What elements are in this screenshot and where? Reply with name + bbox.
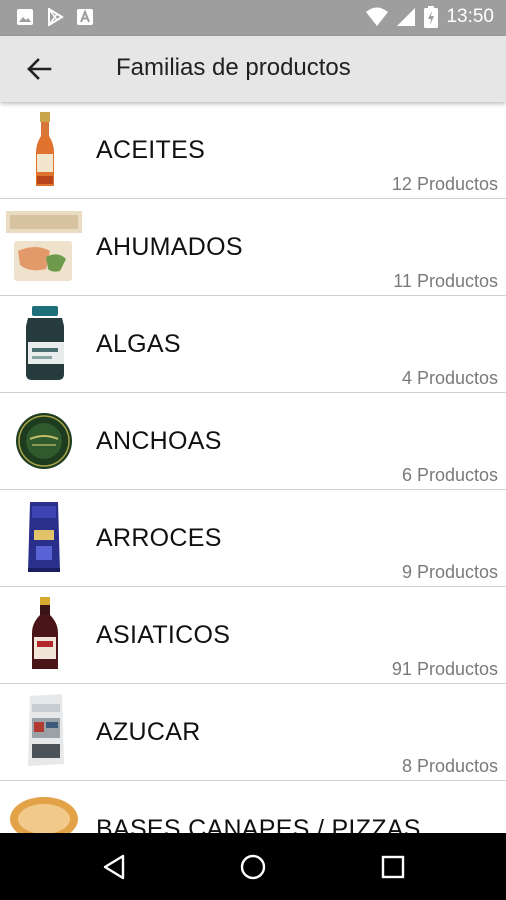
family-name: ANCHOAS [96, 427, 222, 455]
signal-icon [397, 8, 416, 26]
nav-home-button[interactable] [233, 847, 273, 887]
list-item-azucar[interactable]: AZUCAR 8 Productos [0, 684, 506, 781]
page-title: Familias de productos [116, 54, 351, 81]
status-time: 13:50 [446, 6, 494, 27]
image-icon [17, 9, 33, 25]
font-icon [77, 9, 93, 25]
smoked-fish-pack-image [6, 211, 82, 281]
rice-bag-image [28, 502, 60, 572]
product-count: 6 Productos [401, 465, 498, 485]
system-nav-bar [0, 833, 506, 900]
pizza-base-image [10, 797, 78, 833]
product-count: 12 Productos [391, 174, 498, 194]
wifi-icon [366, 7, 389, 26]
list-item-aceites[interactable]: ACEITES 12 Productos [0, 102, 506, 199]
recents-square-icon [381, 855, 405, 879]
product-count: 4 Productos [401, 368, 498, 388]
sugar-bag-image [28, 694, 64, 766]
family-list: ACEITES 12 Productos AHUMADOS 11 Product… [0, 102, 506, 833]
seaweed-jar-image [26, 306, 64, 380]
list-item-bases-canapes-pizzas[interactable]: BASES CANAPES / PIZZAS [0, 781, 506, 833]
list-item-algas[interactable]: ALGAS 4 Productos [0, 296, 506, 393]
family-name: AHUMADOS [96, 233, 243, 261]
back-button[interactable] [14, 45, 64, 93]
nav-back-button[interactable] [94, 847, 134, 887]
soy-sauce-bottle-image [32, 597, 58, 669]
battery-charging-icon [424, 6, 439, 28]
family-name: BASES CANAPES / PIZZAS [96, 815, 421, 833]
arrow-left-icon [27, 58, 52, 80]
home-circle-icon [240, 854, 266, 880]
family-name: ASIATICOS [96, 621, 231, 649]
nav-recents-button[interactable] [373, 847, 413, 887]
anchovy-tin-image [16, 413, 72, 469]
product-count: 9 Productos [401, 562, 498, 582]
list-item-asiaticos[interactable]: ASIATICOS 91 Productos [0, 587, 506, 684]
list-item-arroces[interactable]: ARROCES 9 Productos [0, 490, 506, 587]
list-item-anchoas[interactable]: ANCHOAS 6 Productos [0, 393, 506, 490]
back-triangle-icon [103, 854, 125, 880]
product-count: 91 Productos [391, 659, 498, 679]
list-item-ahumados[interactable]: AHUMADOS 11 Productos [0, 199, 506, 296]
status-bar: 13:50 [0, 0, 506, 36]
olive-oil-bottle-image [36, 112, 54, 186]
play-store-icon [48, 8, 64, 26]
family-name: AZUCAR [96, 718, 201, 746]
app-bar: Familias de productos [0, 36, 506, 102]
product-count: 8 Productos [401, 756, 498, 776]
product-count: 11 Productos [393, 271, 498, 291]
family-name: ACEITES [96, 136, 206, 164]
family-name: ARROCES [96, 524, 222, 552]
family-name: ALGAS [96, 330, 181, 358]
